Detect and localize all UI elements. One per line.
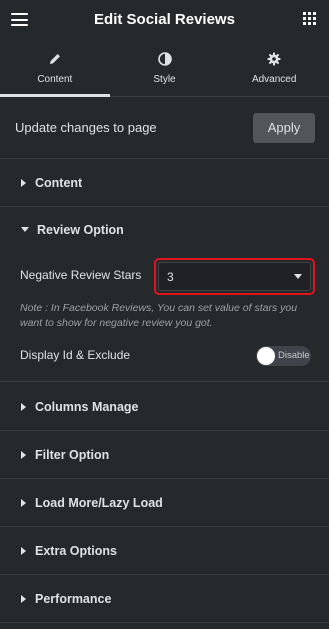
section-content-title: Content [35, 175, 83, 190]
toggle-state-label: Disable [278, 350, 310, 361]
update-changes-label: Update changes to page [15, 120, 157, 135]
caret-right-icon [21, 178, 26, 187]
tab-style[interactable]: Style [110, 38, 220, 96]
caret-right-icon [21, 450, 26, 459]
gear-icon [267, 50, 281, 68]
section-load-more-title: Load More/Lazy Load [35, 495, 163, 510]
caret-right-icon [21, 594, 26, 603]
display-id-exclude-toggle[interactable]: Disable [256, 346, 311, 366]
note-text: Note : In Facebook Reviews, You can set … [20, 302, 298, 329]
tab-advanced[interactable]: Advanced [219, 38, 329, 96]
select-value: 3 [167, 269, 174, 284]
apps-grid-icon[interactable] [303, 12, 316, 25]
section-extra-options-title: Extra Options [35, 543, 117, 558]
review-option-body: Negative Review Stars 3 Note : In Facebo… [0, 252, 329, 382]
half-circle-icon [157, 50, 172, 68]
menu-icon[interactable] [11, 13, 28, 26]
section-performance[interactable]: Performance [0, 575, 329, 623]
caret-right-icon [21, 402, 26, 411]
panel-title: Edit Social Reviews [94, 10, 235, 28]
update-changes-row: Update changes to page Apply [0, 97, 329, 159]
section-review-option-title: Review Option [37, 222, 124, 237]
toggle-knob [257, 347, 275, 365]
tab-advanced-label: Advanced [251, 73, 297, 85]
caret-right-icon [21, 498, 26, 507]
section-review-option[interactable]: Review Option [0, 207, 329, 252]
panel-tabs: Content Style Advanced [0, 38, 329, 97]
tab-style-label: Style [153, 73, 176, 85]
section-content[interactable]: Content [0, 159, 329, 207]
section-filter-option[interactable]: Filter Option [0, 431, 329, 479]
tab-content-label: Content [37, 73, 73, 85]
negative-review-stars-select[interactable]: 3 [158, 262, 311, 291]
pencil-icon [48, 50, 62, 68]
section-columns-manage-title: Columns Manage [35, 399, 139, 414]
section-columns-manage[interactable]: Columns Manage [0, 383, 329, 431]
section-extra-options[interactable]: Extra Options [0, 527, 329, 575]
section-filter-option-title: Filter Option [35, 447, 110, 462]
negative-review-stars-label: Negative Review Stars [20, 268, 142, 282]
chevron-down-icon [294, 274, 302, 279]
section-performance-title: Performance [35, 591, 112, 606]
section-load-more[interactable]: Load More/Lazy Load [0, 479, 329, 527]
caret-down-icon [21, 227, 29, 232]
tab-content[interactable]: Content [0, 38, 110, 97]
panel-header: Edit Social Reviews [0, 0, 329, 38]
apply-button[interactable]: Apply [253, 112, 315, 143]
caret-right-icon [21, 546, 26, 555]
display-id-exclude-label: Display Id & Exclude [20, 348, 131, 362]
